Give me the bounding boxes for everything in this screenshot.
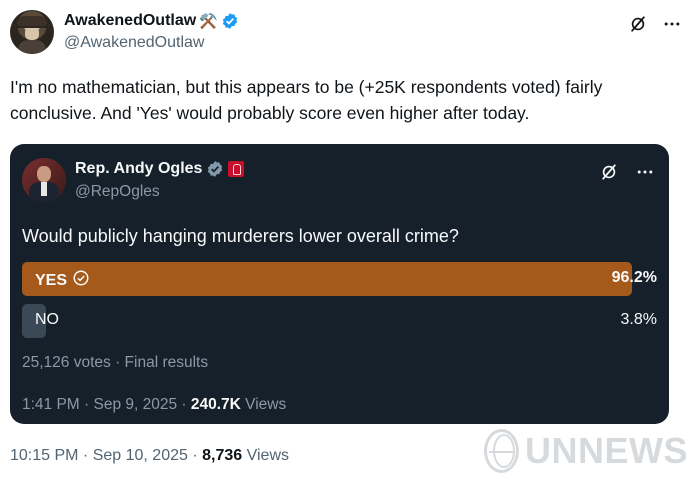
quoted-author-avatar[interactable] [22, 158, 66, 202]
poll-option-no-text: NO [35, 311, 59, 328]
watermark-text: UNNEWS [525, 430, 688, 471]
verified-badge-icon [221, 12, 239, 30]
globe-logo-icon [484, 429, 519, 473]
poll-bar-yes [22, 262, 632, 296]
quoted-views-label: Views [240, 396, 287, 413]
poll-option-label-no: NO [35, 311, 59, 329]
quoted-more-options-icon[interactable] [635, 162, 655, 187]
more-options-icon[interactable] [662, 14, 682, 34]
tweet-top-actions [628, 14, 682, 34]
poll-option-yes-text: YES [35, 271, 68, 289]
poll-option-label-yes: YES [35, 269, 90, 292]
quoted-timestamp[interactable]: 1:41 PM · Sep 9, 2025 · [22, 396, 191, 413]
quoted-display-name-text[interactable]: Rep. Andy Ogles [75, 160, 202, 178]
pick-hammer-icon: ⚒️ [199, 13, 218, 30]
quoted-author-handle[interactable]: @RepOgles [75, 183, 244, 201]
tweet-header: AwakenedOutlaw ⚒️ @AwakenedOutlaw [10, 10, 688, 60]
quoted-author-names: Rep. Andy Ogles @RepOgles [75, 160, 245, 201]
quoted-top-actions [599, 162, 655, 187]
author-display-name-text[interactable]: AwakenedOutlaw [64, 12, 196, 30]
author-names: AwakenedOutlaw ⚒️ @AwakenedOutlaw [64, 12, 239, 52]
poll-results: 25,126 votes · Final results [22, 354, 209, 371]
tweet-meta: 10:15 PM · Sep 10, 2025 · 8,736 Views [10, 447, 289, 465]
tweet-views-count: 8,736 [202, 447, 243, 464]
gray-verified-badge-icon [206, 160, 224, 178]
author-avatar[interactable] [10, 10, 54, 54]
tweet-text: I'm no mathematician, but this appears t… [10, 77, 603, 123]
quoted-tweet-meta: 1:41 PM · Sep 9, 2025 · 240.7K Views [22, 396, 286, 414]
grok-icon[interactable] [628, 14, 648, 34]
poll-option-yes[interactable]: YES 96.2% [22, 262, 657, 296]
author-handle[interactable]: @AwakenedOutlaw [64, 34, 239, 52]
author-display-name[interactable]: AwakenedOutlaw ⚒️ [64, 12, 239, 30]
check-circle-icon [72, 269, 90, 292]
tweet-timestamp[interactable]: 10:15 PM · Sep 10, 2025 · [10, 447, 202, 464]
poll-option-no[interactable]: NO 3.8% [22, 304, 657, 338]
quoted-grok-icon[interactable] [599, 162, 619, 187]
poll-percent-yes: 96.2% [611, 269, 657, 286]
quoted-author-display-name[interactable]: Rep. Andy Ogles [75, 160, 245, 178]
watermark: UNNEWS [484, 427, 688, 475]
tweet-views-label: Views [242, 447, 290, 464]
congress-badge-icon [228, 161, 245, 177]
quoted-tweet-card[interactable]: Rep. Andy Ogles @RepOgles Would publicly… [10, 144, 669, 424]
quoted-views-count: 240.7K [190, 396, 241, 413]
poll-percent-no: 3.8% [620, 311, 657, 328]
poll-question: Would publicly hanging murderers lower o… [22, 226, 459, 246]
